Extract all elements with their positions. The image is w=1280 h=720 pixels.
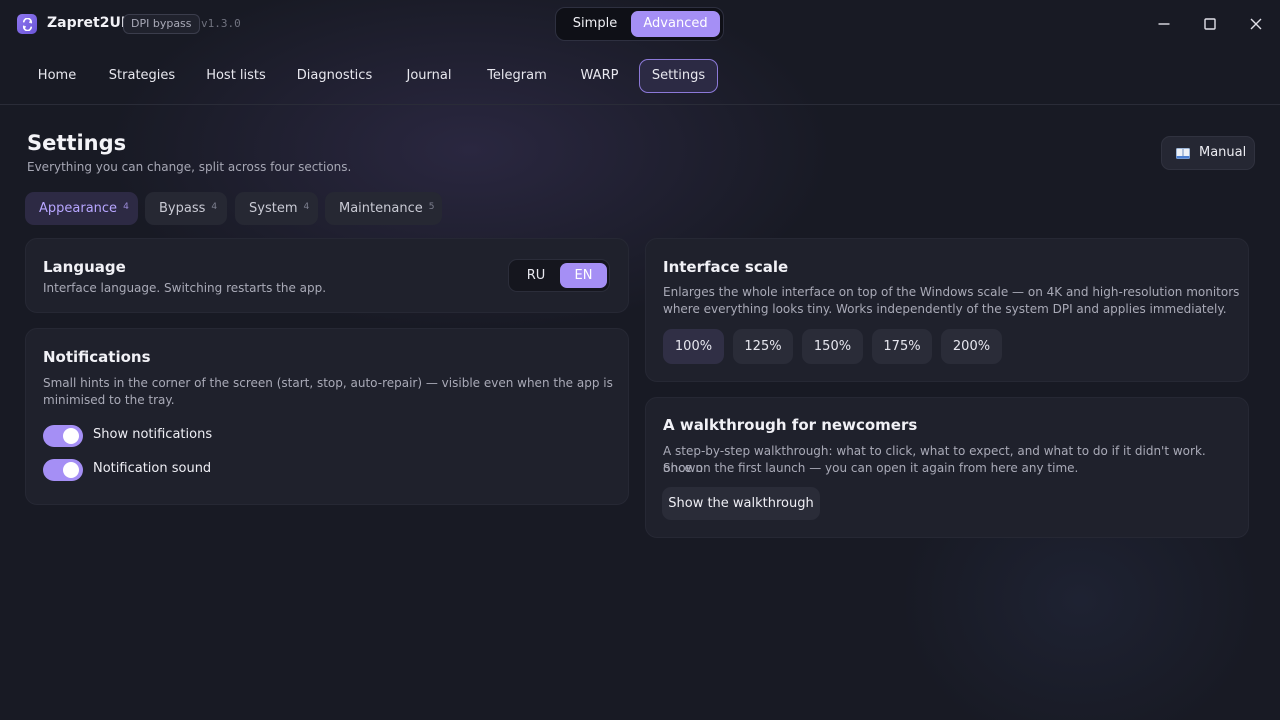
scale-150-button[interactable]: 150% <box>802 329 863 364</box>
toggle-knob <box>63 428 79 444</box>
nav-diagnostics[interactable]: Diagnostics <box>288 59 381 93</box>
scale-description-line2: where everything looks tiny. Works indep… <box>663 302 1227 316</box>
app-name: Zapret2UI <box>47 15 127 31</box>
close-icon <box>1250 18 1262 30</box>
tab-system[interactable]: System 4 <box>235 192 318 225</box>
show-notifications-label: Show notifications <box>93 427 213 442</box>
tab-count: 4 <box>123 202 129 212</box>
scale-200-button[interactable]: 200% <box>941 329 1002 364</box>
mode-simple-button[interactable]: Simple <box>560 11 630 37</box>
notification-sound-toggle[interactable] <box>43 459 83 481</box>
mode-switch: Simple Advanced <box>555 7 724 41</box>
page-subtitle: Everything you can change, split across … <box>27 160 352 174</box>
tab-count: 4 <box>303 202 310 212</box>
show-walkthrough-button[interactable]: Show the walkthrough <box>662 487 820 520</box>
toggle-knob <box>63 462 79 478</box>
book-icon <box>1176 148 1190 159</box>
tab-count: 4 <box>211 202 218 212</box>
manual-button[interactable]: Manual <box>1161 136 1255 170</box>
walkthrough-description-line2: once on the first launch — you can open … <box>663 461 1079 475</box>
app-logo-icon <box>17 14 37 34</box>
app-version: v1.3.0 <box>201 17 241 30</box>
scale-100-button[interactable]: 100% <box>663 329 724 364</box>
tab-label: Bypass <box>159 201 206 216</box>
notification-sound-label: Notification sound <box>93 461 212 476</box>
nav-home[interactable]: Home <box>27 59 87 93</box>
nav-host-lists[interactable]: Host lists <box>197 59 275 93</box>
nav-strategies[interactable]: Strategies <box>99 59 185 93</box>
app-tag-badge: DPI bypass <box>123 14 200 34</box>
maximize-button[interactable] <box>1199 13 1221 35</box>
scale-175-button[interactable]: 175% <box>872 329 932 364</box>
maximize-icon <box>1204 18 1216 30</box>
nav-divider <box>0 104 1280 105</box>
notifications-title: Notifications <box>43 348 151 366</box>
notifications-card: Notifications Small hints in the corner … <box>25 328 629 505</box>
manual-label: Manual <box>1199 145 1247 160</box>
tab-appearance[interactable]: Appearance 4 <box>25 192 138 225</box>
notifications-description-line2: minimised to the tray. <box>43 393 175 407</box>
language-en-button[interactable]: EN <box>560 263 607 288</box>
show-notifications-toggle[interactable] <box>43 425 83 447</box>
tab-label: Appearance <box>39 201 118 216</box>
notifications-description-line1: Small hints in the corner of the screen … <box>43 376 613 390</box>
close-button[interactable] <box>1245 13 1267 35</box>
nav-warp[interactable]: WARP <box>569 59 630 93</box>
language-ru-button[interactable]: RU <box>513 263 559 288</box>
scale-125-button[interactable]: 125% <box>733 329 793 364</box>
minimize-button[interactable] <box>1153 13 1175 35</box>
nav-journal[interactable]: Journal <box>394 59 464 93</box>
language-title: Language <box>43 258 126 276</box>
scale-description-line1: Enlarges the whole interface on top of t… <box>663 285 1240 299</box>
tab-label: System <box>249 201 298 216</box>
tab-maintenance[interactable]: Maintenance 5 <box>325 192 442 225</box>
mode-advanced-button[interactable]: Advanced <box>631 11 720 37</box>
nav-settings[interactable]: Settings <box>639 59 718 93</box>
language-switch: RU EN <box>508 259 610 292</box>
tab-label: Maintenance <box>339 201 423 216</box>
walkthrough-title: A walkthrough for newcomers <box>663 416 918 434</box>
page-title: Settings <box>27 131 127 155</box>
tab-bypass[interactable]: Bypass 4 <box>145 192 227 225</box>
language-description: Interface language. Switching restarts t… <box>43 281 327 295</box>
minimize-icon <box>1158 23 1170 25</box>
nav-telegram[interactable]: Telegram <box>477 59 557 93</box>
scale-title: Interface scale <box>663 258 789 276</box>
title-bar: Zapret2UI DPI bypass v1.3.0 Simple Advan… <box>0 0 1280 48</box>
main-nav: Home Strategies Host lists Diagnostics J… <box>0 56 1280 96</box>
tab-count: 5 <box>428 202 435 212</box>
